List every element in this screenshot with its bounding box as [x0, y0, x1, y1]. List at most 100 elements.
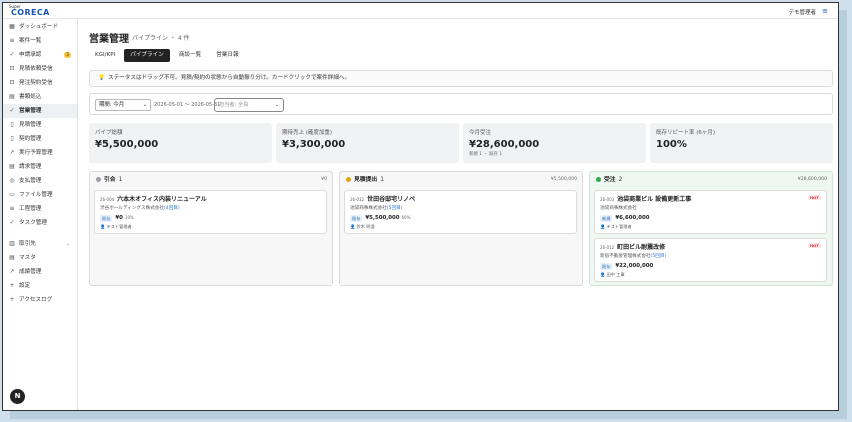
kpi-value: ¥3,300,000	[282, 139, 346, 150]
kpi-subtext: 新規 1 ・ 既存 1	[469, 152, 503, 157]
owner-name: テスト管理者	[106, 224, 132, 229]
sidebar-item-items2-3[interactable]: + 設定	[3, 279, 77, 293]
column-header: 見積提出 1 ¥5,500,000	[340, 172, 582, 188]
inbox-icon: ⊡	[9, 79, 15, 86]
pipeline-column: 引合 1 ¥0 26-004 六本木オフィス内装リニューアル 渋谷ホールディングス株式会社…	[89, 171, 333, 286]
tab-daily-report[interactable]: 営業日報	[210, 49, 244, 62]
sidebar-item-items-8[interactable]: ▯ 契約管理	[3, 132, 77, 146]
pay-icon: ◎	[9, 177, 15, 184]
chart-icon: ↗	[9, 268, 15, 275]
deal-card[interactable]: 26-012 世田谷邸宅リノベ 池袋商事株式会社(5回目) 既存 ¥5,500,000 6…	[344, 190, 577, 234]
sidebar-item-items-1[interactable]: ≡ 案件一覧	[3, 34, 77, 48]
deal-amount-row: 既存 ¥5,500,000 60%	[350, 214, 571, 222]
deal-card[interactable]: 26-003 池袋商業ビル 設備更新工事 池袋商事株式会社 新規 ¥6,600,000 👤…	[594, 190, 827, 234]
check-icon: ✓	[9, 51, 15, 58]
kpi-card-repeat-rate: 既存リピート率 (6ヶ月) 100%	[650, 123, 833, 163]
period-select-value: 期間: 今月	[99, 102, 125, 108]
deal-header: 26-003 池袋商業ビル 設備更新工事	[600, 194, 821, 203]
page-subtitle: パイプライン ・ 4 件	[132, 35, 190, 42]
kpi-card-pipeline-total: パイプ総額 ¥5,500,000	[89, 123, 272, 163]
client-visit-count: (5回目)	[650, 254, 667, 259]
deal-owner: 👤 鈴木 明澄	[350, 224, 571, 230]
sidebar-item-items-10[interactable]: ▤ 請求管理	[3, 160, 77, 174]
sidebar-item-label: 工程管理	[19, 206, 42, 212]
column-header: 引合 1 ¥0	[90, 172, 332, 188]
kpi-label: パイプ総額	[95, 130, 123, 136]
sidebar-item-label: 設定	[19, 283, 31, 289]
top-bar: Super CORECA デモ管理者 ≡	[3, 3, 838, 19]
sidebar-item-items2-0[interactable]: ▥ 取引先 ⌄	[3, 237, 77, 251]
sidebar-item-items-14[interactable]: ✓ タスク管理	[3, 216, 77, 230]
trend-icon: ↗	[9, 149, 15, 156]
status-dot-icon	[96, 177, 101, 182]
notice-text: ステータスはドラッグ不可。見積/契約の状態から自動振り分け。カードクリックで案件…	[107, 75, 351, 81]
sidebar-item-label: 請求管理	[19, 164, 42, 170]
info-notice: 💡 ステータスはドラッグ不可。見積/契約の状態から自動振り分け。カードクリックで案…	[89, 70, 833, 87]
deal-client: 新宿不動産管理株式会社(5回目)	[600, 253, 821, 259]
sidebar-item-items-2[interactable]: ✓ 申請承認 3	[3, 48, 77, 62]
pipeline-column: 受注 2 ¥28,600,000 26-003 池袋商業ビル 設備更新工事 池袋商事株式会…	[589, 171, 833, 286]
notification-badge: 3	[64, 52, 71, 58]
status-dot-icon	[346, 177, 351, 182]
deal-amount-row: 新規 ¥6,600,000	[600, 214, 821, 222]
list-icon: ≡	[9, 205, 15, 212]
sidebar-item-label: 見積管理	[19, 122, 42, 128]
deal-code: 26-012	[350, 197, 365, 202]
deal-card[interactable]: 26-004 六本木オフィス内装リニューアル 渋谷ホールディングス株式会社(4回目)…	[94, 190, 327, 234]
deal-card[interactable]: 26-012 町田ビル耐震改修 新宿不動産管理株式会社(5回目) 既存 ¥22,000,…	[594, 238, 827, 282]
deal-title: 町田ビル耐震改修	[617, 244, 666, 251]
tab-kgi-kpi[interactable]: KGI/KPI	[89, 49, 121, 62]
main-content: 営業管理 パイプライン ・ 4 件 KGI/KPI パイプライン 商談一覧 営業…	[79, 20, 838, 410]
sidebar-item-items-4[interactable]: ⊡ 発注契約受信	[3, 76, 77, 90]
deal-probability: 10%	[124, 215, 134, 220]
sidebar-item-label: 営業管理	[19, 108, 42, 114]
tab-pipeline[interactable]: パイプライン	[124, 49, 170, 62]
deal-amount: ¥5,500,000	[365, 215, 400, 221]
sidebar-item-label: 実行予算管理	[19, 150, 53, 156]
deal-code: 26-012	[600, 245, 615, 250]
sidebar-item-label: 成績管理	[19, 269, 42, 275]
user-menu-icon[interactable]: ≡	[822, 7, 828, 15]
deal-code: 26-003	[600, 197, 615, 202]
date-range: 2026-05-01 〜 2026-05-31	[154, 102, 221, 108]
chevron-down-icon: ⌄	[274, 102, 279, 108]
sidebar-item-items-12[interactable]: ▭ ファイル管理	[3, 188, 77, 202]
sidebar-item-items-11[interactable]: ◎ 支払管理	[3, 174, 77, 188]
deal-owner: 👤 テスト管理者	[100, 224, 321, 230]
chevron-down-icon[interactable]: ⌄	[66, 237, 70, 251]
sidebar-item-items-13[interactable]: ≡ 工程管理	[3, 202, 77, 216]
deal-type-badge: 既存	[100, 214, 113, 222]
column-count: 1	[118, 177, 123, 183]
sidebar-item-items-6[interactable]: ✓ 営業管理	[3, 104, 77, 118]
sidebar-item-items2-2[interactable]: ↗ 成績管理	[3, 265, 77, 279]
sidebar-item-items2-1[interactable]: ▤ マスタ	[3, 251, 77, 265]
owner-select[interactable]: 担当者: 全員 ⌄	[214, 98, 284, 112]
deal-client: 池袋商事株式会社(5回目)	[350, 205, 571, 211]
sidebar-item-items-0[interactable]: ▦ ダッシュボード	[3, 20, 77, 34]
column-count: 2	[618, 177, 623, 183]
column-name: 引合	[104, 177, 116, 183]
sidebar-item-label: ダッシュボード	[19, 24, 59, 30]
inbox-icon: ⊡	[9, 65, 15, 72]
sidebar-item-items-7[interactable]: ▯ 見積管理	[3, 118, 77, 132]
deal-amount: ¥6,600,000	[615, 215, 650, 221]
deal-type-badge: 既存	[600, 262, 613, 270]
assistant-badge[interactable]: N	[10, 389, 25, 404]
sidebar-item-items-9[interactable]: ↗ 実行予算管理	[3, 146, 77, 160]
sidebar-item-items-3[interactable]: ⊡ 見積依頼受信	[3, 62, 77, 76]
app-logo[interactable]: CORECA	[11, 8, 50, 17]
sidebar-item-label: 書類処込	[19, 94, 42, 100]
kpi-value: ¥28,600,000	[469, 139, 540, 150]
user-name[interactable]: デモ管理者	[788, 8, 816, 16]
app-window: Super CORECA デモ管理者 ≡ ▦ ダッシュボード ≡ 案件一覧 ✓ 申請承認 3…	[2, 2, 839, 411]
period-select[interactable]: 期間: 今月 ⌄	[95, 99, 151, 111]
hot-badge: HOT	[808, 195, 821, 200]
sidebar-item-label: 契約管理	[19, 136, 42, 142]
sidebar-item-items-5[interactable]: ▤ 書類処込	[3, 90, 77, 104]
tab-deals[interactable]: 商談一覧	[173, 49, 207, 62]
column-total: ¥5,500,000	[550, 177, 577, 182]
kpi-value: ¥5,500,000	[95, 139, 159, 150]
sidebar-item-items2-4[interactable]: + アクセスログ	[3, 293, 77, 307]
kpi-label: 期待売上 (確度加重)	[282, 130, 333, 136]
client-name: 渋谷ホールディングス株式会社	[100, 206, 164, 211]
